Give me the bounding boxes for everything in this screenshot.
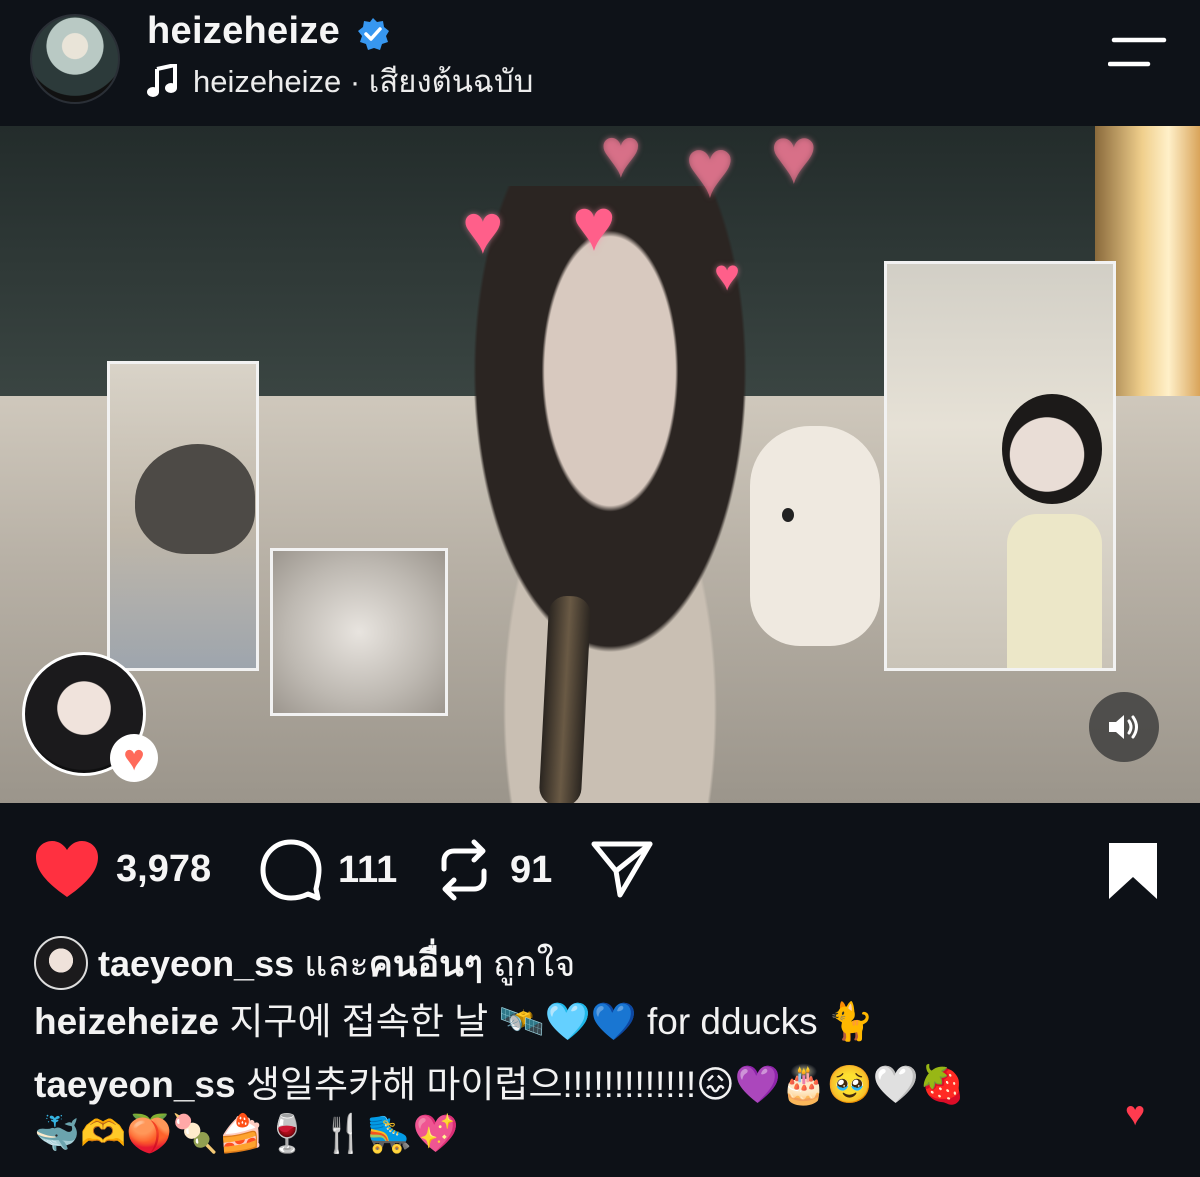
heart-badge-icon: ♥ [110,734,158,782]
comment-text: 생일추카해 마이럽으!!!!!!!!!!!!!😖💜🎂🥹🤍🍓 [245,1064,966,1105]
comment-username[interactable]: taeyeon_ss [34,1064,236,1105]
liked-by-username[interactable]: taeyeon_ss [98,943,294,984]
post-header: heizeheize heizeheize · เสียงต้นฉบับ [0,0,1200,126]
comment-button[interactable]: 111 [260,839,397,901]
heart-sticker-icon: ♥ [714,251,741,300]
heart-sticker-icon: ♥ [572,183,616,266]
menu-icon[interactable] [1108,36,1168,70]
comment-icon [260,839,322,901]
bookmark-icon[interactable] [1107,841,1159,901]
verified-badge-icon [358,18,389,50]
heart-icon [36,841,98,897]
comment-line-1: taeyeon_ss 생일추카해 마이럽으!!!!!!!!!!!!!😖💜🎂🥹🤍🍓 [34,1063,965,1107]
repost-icon [441,839,487,901]
audio-text: heizeheize · เสียงต้นฉบับ [193,64,534,99]
liked-by-suffix: ถูกใจ [493,942,576,984]
heart-sticker-icon: ♥ [685,126,735,215]
cat-photo-inset [107,361,259,671]
volume-icon [1109,715,1138,739]
like-count: 3,978 [116,847,212,890]
repost-count: 91 [510,848,553,891]
audio-link[interactable]: heizeheize · เสียงต้นฉบับ [147,60,533,102]
caption-text: 지구에 접속한 날 🛰️🩵💙 for dducks 🐈 [229,1001,875,1042]
liked-by-conjunction: และ [304,942,369,984]
comment-count: 111 [338,848,398,891]
heart-sticker-icon: ♥ [462,190,504,268]
like-button[interactable]: 3,978 [34,839,211,899]
liked-by-others[interactable]: คนอื่นๆ [369,943,483,984]
repost-button[interactable]: 91 [436,839,552,901]
heart-sticker-icon: ♥ [770,126,818,200]
share-icon [591,841,653,898]
comment-line-2: 🐳🫶🍑🍡🍰🍷 🍴🛼💖 [34,1112,459,1156]
liked-by-row[interactable]: taeyeon_ss และคนอื่นๆ ถูกใจ [34,935,575,991]
video-player[interactable]: ♥ ♥ ♥ ♥ ♥ ♥ ♥ [0,126,1200,803]
comment-like-icon[interactable]: ♥ [1125,1095,1145,1134]
action-bar: 3,978 111 91 [0,803,1200,933]
author-avatar[interactable] [30,14,120,104]
singer-photo-inset [884,261,1116,671]
fur-photo-inset [270,548,448,716]
singer-figure [400,186,820,803]
author-username[interactable]: heizeheize [147,10,340,53]
post-caption: heizeheize 지구에 접속한 날 🛰️🩵💙 for dducks 🐈 [34,1000,874,1044]
liked-by-avatar [34,936,88,990]
caption-username[interactable]: heizeheize [34,1001,219,1042]
share-button[interactable] [590,839,654,899]
heart-sticker-icon: ♥ [600,126,642,192]
music-note-icon [147,64,177,97]
comment-text-continued: 🐳🫶🍑🍡🍰🍷 🍴🛼💖 [34,1113,459,1154]
volume-button[interactable] [1089,692,1159,762]
